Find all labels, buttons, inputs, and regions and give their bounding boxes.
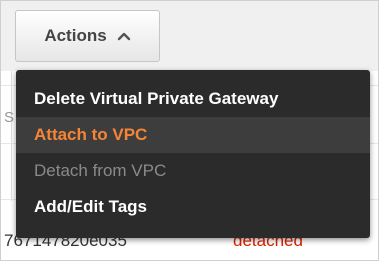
toolbar: Actions xyxy=(1,1,378,71)
actions-dropdown-menu: Delete Virtual Private Gateway Attach to… xyxy=(16,70,370,238)
chevron-up-icon xyxy=(117,32,130,41)
actions-label: Actions xyxy=(44,26,107,45)
menu-item-add-edit-tags[interactable]: Add/Edit Tags xyxy=(16,189,370,225)
menu-item-attach-to-vpc[interactable]: Attach to VPC xyxy=(16,117,370,153)
actions-button[interactable]: Actions xyxy=(15,10,160,62)
column-divider xyxy=(11,71,12,201)
column-header-fragment: S xyxy=(4,109,15,126)
menu-item-delete-vpg[interactable]: Delete Virtual Private Gateway xyxy=(16,81,370,117)
menu-item-detach-from-vpc: Detach from VPC xyxy=(34,161,167,180)
